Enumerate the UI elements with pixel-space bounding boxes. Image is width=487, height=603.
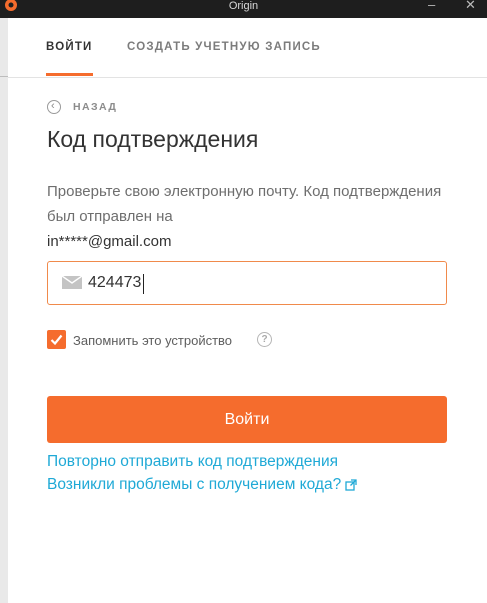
- trouble-receiving-code-link[interactable]: Возникли проблемы с получением кода?: [47, 476, 357, 494]
- question-icon[interactable]: ?: [257, 332, 272, 347]
- tab-bar: ВОЙТИ СОЗДАТЬ УЧЕТНУЮ ЗАПИСЬ: [8, 18, 487, 78]
- login-panel: ВОЙТИ СОЗДАТЬ УЧЕТНУЮ ЗАПИСЬ ‹ НАЗАД Код…: [8, 18, 487, 603]
- external-link-icon: [345, 479, 357, 491]
- text-caret: [143, 274, 144, 294]
- remember-label: Запомнить это устройство: [73, 333, 233, 348]
- masked-email: in*****@gmail.com: [47, 233, 172, 250]
- verification-description: Проверьте свою электронную почту. Код по…: [47, 179, 457, 254]
- description-text: Проверьте свою электронную почту. Код по…: [47, 183, 442, 225]
- title-bar: Origin – ✕: [0, 0, 487, 18]
- verification-code-field[interactable]: [47, 261, 447, 305]
- trouble-link-text: Возникли проблемы с получением кода?: [47, 476, 342, 493]
- left-edge: [0, 18, 8, 603]
- window-title: Origin: [228, 0, 259, 12]
- envelope-icon: [62, 276, 82, 289]
- close-button[interactable]: ✕: [465, 0, 476, 12]
- tab-create-account[interactable]: СОЗДАТЬ УЧЕТНУЮ ЗАПИСЬ: [127, 41, 321, 53]
- tab-login[interactable]: ВОЙТИ: [46, 41, 93, 53]
- login-button[interactable]: Войти: [47, 396, 447, 443]
- page-title: Код подтверждения: [47, 126, 259, 152]
- verification-code-input[interactable]: [88, 271, 428, 295]
- active-tab-indicator: [46, 73, 93, 76]
- chevron-left-icon: ‹: [47, 100, 61, 114]
- checkmark-icon: [50, 334, 63, 346]
- remember-checkbox[interactable]: [47, 330, 66, 349]
- resend-code-link[interactable]: Повторно отправить код подтверждения: [47, 453, 338, 471]
- back-label: НАЗАД: [73, 101, 118, 113]
- minimize-button[interactable]: –: [428, 0, 435, 12]
